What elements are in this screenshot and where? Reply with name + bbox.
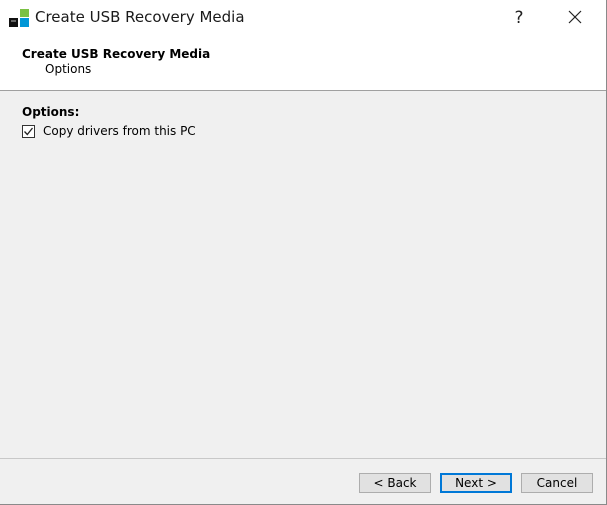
help-button[interactable]: ?	[496, 0, 542, 36]
next-button[interactable]: Next >	[440, 473, 512, 493]
copy-drivers-label: Copy drivers from this PC	[43, 124, 196, 138]
copy-drivers-checkbox[interactable]	[22, 124, 35, 138]
header-subtitle: Options	[45, 62, 92, 76]
dialog-window: Create USB Recovery Media ? Create USB R…	[0, 0, 607, 505]
options-section-label: Options:	[22, 105, 80, 119]
copy-drivers-option[interactable]: Copy drivers from this PC	[22, 124, 196, 138]
wizard-content: Options: Copy drivers from this PC	[0, 91, 606, 458]
wizard-header: Create USB Recovery Media Options	[0, 36, 606, 91]
close-icon	[568, 9, 582, 28]
back-button[interactable]: < Back	[359, 473, 431, 493]
checkmark-icon	[24, 127, 34, 135]
cancel-button[interactable]: Cancel	[521, 473, 593, 493]
window-title: Create USB Recovery Media	[35, 8, 245, 26]
title-bar: Create USB Recovery Media ?	[0, 0, 606, 36]
app-icon	[9, 9, 30, 28]
header-title: Create USB Recovery Media	[22, 47, 211, 61]
wizard-footer: < Back Next > Cancel	[0, 458, 606, 504]
close-button[interactable]	[552, 0, 598, 36]
